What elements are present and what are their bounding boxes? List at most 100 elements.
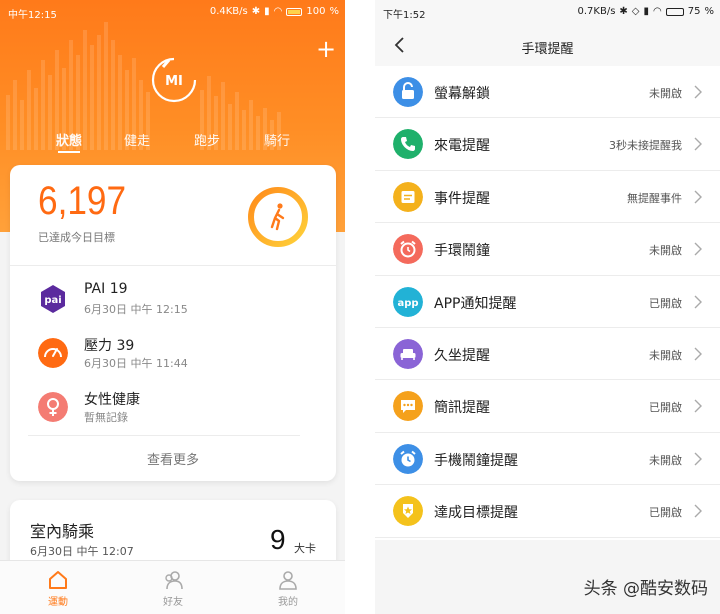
list-item-female-health[interactable]: 女性健康 暫無記錄 — [38, 389, 328, 433]
walking-ring-icon[interactable] — [246, 185, 310, 249]
divider — [28, 435, 300, 436]
right-phone-screen: 下午1:52 0.7KB/s ✱ ◇ ▮ ◠ 75 % 手環提醒 螢幕解鎖 未開… — [375, 0, 720, 614]
nav-friends[interactable]: 好友 — [143, 569, 203, 608]
watermark-text: 头条 @酷安数码 — [583, 579, 708, 599]
reminder-row-phone-alarm[interactable]: 手機鬧鐘提醒 未開啟 — [375, 433, 720, 486]
phone-icon — [393, 129, 423, 160]
sofa-icon — [393, 339, 423, 369]
female-health-title: 女性健康 — [84, 392, 140, 408]
calendar-icon — [393, 181, 423, 212]
pai-badge-text: pai — [44, 295, 61, 306]
mi-logo-icon[interactable]: MI — [150, 56, 198, 104]
active-tab-indicator — [58, 151, 80, 153]
bluetooth-icon: ✱ — [251, 6, 261, 17]
view-more-link[interactable]: 查看更多 — [10, 449, 336, 468]
unlock-icon — [393, 77, 423, 107]
nav-workout-label: 運動 — [48, 597, 68, 608]
status-time: 中午12:15 — [8, 10, 57, 21]
reminder-value: 未開啟 — [649, 349, 682, 362]
friends-icon — [165, 571, 183, 590]
reminder-row-sedentary[interactable]: 久坐提醒 未開啟 — [375, 328, 720, 381]
reminder-label: 手環鬧鐘 — [434, 243, 490, 260]
alarm-icon — [393, 234, 423, 265]
stress-title: 壓力 39 — [84, 338, 135, 354]
chevron-right-icon — [694, 504, 702, 518]
chevron-right-icon — [694, 399, 702, 413]
status-bar: 中午12:15 0.4KB/s ✱ ▮ ◠ 100 % — [8, 6, 339, 21]
bottom-navigation: 運動 好友 我的 — [0, 560, 345, 614]
list-item-stress[interactable]: 壓力 39 6月30日 中午 11:44 — [38, 335, 328, 379]
home-icon — [49, 571, 67, 589]
nav-profile[interactable]: 我的 — [258, 569, 318, 608]
signal-icon: ▮ — [264, 6, 270, 17]
add-icon[interactable]: + — [316, 37, 336, 61]
tab-walk[interactable]: 健走 — [124, 130, 150, 149]
pai-icon: pai — [41, 285, 65, 313]
page-title: 手環提醒 — [521, 42, 574, 57]
chevron-right-icon — [694, 85, 702, 99]
pai-title: PAI 19 — [84, 281, 128, 297]
battery-icon — [286, 7, 303, 16]
reminder-value: 無提醒事件 — [627, 191, 682, 205]
goal-badge-icon — [393, 496, 423, 527]
chevron-right-icon — [694, 347, 702, 361]
network-speed: 0.4KB/s — [209, 6, 248, 17]
activity-unit: 大卡 — [294, 542, 316, 555]
signal-icon: ▮ — [643, 6, 650, 17]
chevron-right-icon — [694, 137, 702, 151]
reminder-label: 簡訊提醒 — [434, 400, 490, 417]
female-health-status: 暫無記錄 — [84, 411, 128, 424]
reminder-list: 螢幕解鎖 未開啟 來電提醒 3秒未接提醒我 事件提醒 無提醒事件 手環鬧鐘 未開… — [375, 66, 720, 540]
reminder-value: 未開啟 — [649, 87, 682, 100]
chevron-right-icon — [694, 452, 702, 466]
reminder-value: 已開啟 — [649, 401, 682, 415]
battery-level: 75 — [687, 6, 701, 17]
status-card[interactable]: 6,197 已達成今日目標 pai PAI 19 6月30日 中午 12:15 — [10, 165, 336, 481]
nav-friends-label: 好友 — [163, 597, 183, 608]
tab-run[interactable]: 跑步 — [194, 130, 220, 149]
stress-gauge-icon — [38, 338, 68, 368]
app-icon: app — [393, 286, 423, 317]
bluetooth-icon: ✱ — [619, 6, 628, 17]
mute-icon: ◇ — [631, 6, 640, 17]
reminder-value: 未開啟 — [649, 453, 682, 467]
list-item-pai[interactable]: pai PAI 19 6月30日 中午 12:15 — [38, 281, 328, 325]
activity-date: 6月30日 中午 12:07 — [30, 545, 134, 558]
reminder-label: 來電提醒 — [434, 138, 490, 155]
activity-title: 室內騎乘 — [30, 522, 95, 541]
reminder-value: 已開啟 — [649, 296, 682, 310]
reminder-label: 久坐提醒 — [434, 348, 490, 364]
chevron-right-icon — [694, 295, 702, 309]
reminder-row-screen-unlock[interactable]: 螢幕解鎖 未開啟 — [375, 66, 720, 119]
status-bar: 下午1:52 0.7KB/s ✱ ◇ ▮ ◠ 75 % — [383, 6, 714, 21]
nav-profile-label: 我的 — [278, 597, 298, 608]
tab-cycle[interactable]: 騎行 — [264, 130, 290, 149]
activity-calories: 9 — [270, 524, 286, 555]
stress-time: 6月30日 中午 11:44 — [84, 357, 188, 370]
reminder-row-event[interactable]: 事件提醒 無提醒事件 — [375, 171, 720, 224]
reminder-row-goal-achieved[interactable]: 達成目標提醒 已開啟 — [375, 485, 720, 538]
tab-status[interactable]: 狀態 — [56, 130, 82, 149]
reminder-row-band-alarm[interactable]: 手環鬧鐘 未開啟 — [375, 223, 720, 276]
reminder-label: 螢幕解鎖 — [434, 86, 490, 102]
network-speed: 0.7KB/s — [577, 6, 616, 17]
reminder-value: 3秒未接提醒我 — [609, 139, 682, 153]
step-count: 6,197 — [38, 179, 127, 223]
reminder-row-app-notification[interactable]: app APP通知提醒 已開啟 — [375, 276, 720, 328]
mi-logo-text: MI — [165, 74, 183, 89]
reminder-label: 事件提醒 — [434, 190, 490, 207]
status-time: 下午1:52 — [383, 10, 426, 21]
reminder-value: 未開啟 — [649, 244, 682, 258]
watermark: 头条 @酷安数码 — [584, 574, 708, 599]
wifi-icon: ◠ — [653, 6, 662, 17]
goal-status: 已達成今日目標 — [38, 231, 115, 244]
nav-workout[interactable]: 運動 — [28, 569, 88, 608]
reminder-row-incoming-call[interactable]: 來電提醒 3秒未接提醒我 — [375, 118, 720, 171]
reminder-label: 達成目標提醒 — [434, 505, 518, 522]
pai-time: 6月30日 中午 12:15 — [84, 303, 188, 316]
divider — [10, 265, 336, 266]
chevron-right-icon — [694, 242, 702, 256]
left-phone-screen: 中午12:15 0.4KB/s ✱ ▮ ◠ 100 % MI + 狀態 健走 跑… — [0, 0, 345, 614]
reminder-row-sms[interactable]: 簡訊提醒 已開啟 — [375, 380, 720, 433]
top-bar: 下午1:52 0.7KB/s ✱ ◇ ▮ ◠ 75 % 手環提醒 — [375, 0, 720, 66]
